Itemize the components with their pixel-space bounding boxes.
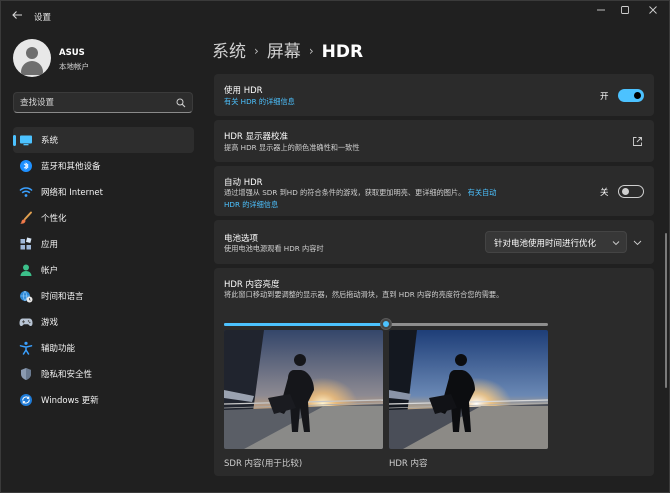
title-bar: 设置: [1, 1, 670, 33]
breadcrumb: 系统 › 屏幕 › HDR: [212, 37, 363, 62]
sidebar-item-label: 辅助功能: [41, 344, 76, 354]
chevron-down-icon: [612, 241, 620, 246]
slider-thumb[interactable]: [380, 318, 392, 330]
close-button[interactable]: [641, 5, 665, 19]
hdr-preview-image: [389, 330, 548, 449]
hdr-brightness-slider[interactable]: [224, 318, 548, 330]
sidebar-item-privacy[interactable]: 隐私和安全性: [13, 361, 194, 387]
sidebar-item-label: 隐私和安全性: [41, 370, 93, 380]
battery-description: 使用电池电源观看 HDR 内容时: [224, 244, 324, 253]
hdr-preview-label: HDR 内容: [389, 459, 428, 469]
auto-hdr-info-link[interactable]: 有关自动: [468, 188, 497, 197]
sidebar-item-personalization[interactable]: 个性化: [13, 205, 194, 231]
use-hdr-card: 使用 HDR 有关 HDR 的详细信息 开: [214, 74, 654, 116]
sidebar-item-bluetooth[interactable]: 蓝牙和其他设备: [13, 153, 194, 179]
sdr-preview-label: SDR 内容(用于比较): [224, 459, 303, 469]
chevron-right-icon: ›: [308, 44, 314, 58]
auto-hdr-toggle[interactable]: [618, 185, 644, 198]
auto-hdr-description-text: 通过增强从 SDR 到HD 的符合条件的游戏，获取更加明亮、更详细的图片。: [224, 188, 466, 197]
hdr-brightness-card: HDR 内容亮度 将此窗口移动到要调整的显示器，然后拖动滑块，直到 HDR 内容…: [214, 268, 654, 476]
sidebar-item-label: 应用: [41, 240, 59, 250]
search-input[interactable]: [20, 96, 170, 110]
slider-fill: [224, 323, 386, 326]
sidebar-item-label: 个性化: [41, 214, 67, 224]
calibration-description: 提高 HDR 显示器上的颜色准确性和一致性: [224, 143, 360, 152]
profile-name: ASUS: [59, 48, 85, 58]
user-profile[interactable]: ASUS 本地帐户: [13, 39, 193, 79]
battery-options-card: 电池选项 使用电池电源观看 HDR 内容时 针对电池使用时间进行优化: [214, 220, 654, 264]
battery-option-dropdown[interactable]: 针对电池使用时间进行优化: [485, 231, 627, 253]
sidebar-item-network[interactable]: 网络和 Internet: [13, 179, 194, 205]
minimize-button[interactable]: [589, 5, 613, 19]
brush-icon: [20, 211, 32, 224]
system-icon: [20, 135, 32, 146]
use-hdr-title: 使用 HDR: [224, 86, 263, 96]
sidebar-item-apps[interactable]: 应用: [13, 231, 194, 257]
sidebar-item-accessibility[interactable]: 辅助功能: [13, 335, 194, 361]
page-title: HDR: [321, 42, 364, 62]
hdr-info-link[interactable]: 有关 HDR 的详细信息: [224, 96, 295, 108]
dropdown-selected-value: 针对电池使用时间进行优化: [494, 239, 597, 249]
auto-hdr-info-link-cont[interactable]: HDR 的详细信息: [224, 199, 278, 211]
sidebar-item-label: 时间和语言: [41, 292, 84, 302]
sidebar-item-windows-update[interactable]: Windows 更新: [13, 387, 194, 413]
shield-icon: [21, 368, 31, 380]
auto-hdr-state-label: 关: [600, 188, 609, 198]
account-icon: [20, 264, 32, 276]
sidebar-item-label: 网络和 Internet: [41, 188, 103, 198]
sidebar-item-label: 游戏: [41, 318, 59, 328]
breadcrumb-system[interactable]: 系统: [212, 42, 246, 62]
sidebar-item-accounts[interactable]: 帐户: [13, 257, 194, 283]
sdr-preview-image: [224, 330, 383, 449]
auto-hdr-description: 通过增强从 SDR 到HD 的符合条件的游戏，获取更加明亮、更详细的图片。 有关…: [224, 187, 534, 199]
use-hdr-state-label: 开: [600, 92, 609, 102]
arrow-left-icon: [12, 11, 22, 19]
maximize-icon: [621, 6, 629, 14]
sidebar-item-system[interactable]: 系统: [13, 127, 194, 153]
app-title: 设置: [34, 13, 52, 23]
sidebar-item-label: 蓝牙和其他设备: [41, 162, 101, 172]
sidebar-nav: 系统 蓝牙和其他设备 网络和 Internet 个性化 应用 帐户 时间和语言: [13, 127, 194, 413]
brightness-description: 将此窗口移动到要调整的显示器，然后拖动滑块，直到 HDR 内容的亮度符合您的需要…: [224, 290, 504, 299]
maximize-button[interactable]: [613, 5, 637, 19]
sidebar-item-label: Windows 更新: [41, 396, 99, 406]
use-hdr-toggle[interactable]: [618, 89, 644, 102]
wifi-icon: [19, 187, 33, 197]
sidebar-item-gaming[interactable]: 游戏: [13, 309, 194, 335]
open-external-icon[interactable]: [632, 136, 643, 147]
close-icon: [649, 6, 657, 14]
minimize-icon: [597, 9, 605, 11]
expand-chevron-icon[interactable]: [633, 238, 642, 247]
profile-account-type: 本地帐户: [59, 62, 89, 71]
search-box[interactable]: [13, 92, 193, 113]
avatar: [13, 39, 51, 77]
update-icon: [20, 394, 32, 406]
sidebar-item-label: 系统: [41, 136, 59, 146]
sidebar-item-time-language[interactable]: 时间和语言: [13, 283, 194, 309]
auto-hdr-card: 自动 HDR 通过增强从 SDR 到HD 的符合条件的游戏，获取更加明亮、更详细…: [214, 166, 654, 216]
gamepad-icon: [19, 318, 33, 326]
bluetooth-icon: [20, 160, 32, 172]
back-button[interactable]: [9, 9, 25, 25]
settings-window: 设置 ASUS 本地帐户 系统 蓝牙和其他设备: [0, 0, 670, 493]
chevron-right-icon: ›: [254, 44, 259, 58]
sidebar-item-label: 帐户: [41, 266, 59, 276]
scrollbar[interactable]: [665, 233, 667, 388]
accessibility-icon: [19, 341, 33, 355]
calibration-title: HDR 显示器校准: [224, 132, 289, 142]
breadcrumb-display[interactable]: 屏幕: [267, 42, 301, 62]
apps-icon: [20, 237, 32, 250]
globe-clock-icon: [20, 290, 33, 303]
search-icon[interactable]: [176, 98, 186, 108]
hdr-calibration-card[interactable]: HDR 显示器校准 提高 HDR 显示器上的颜色准确性和一致性: [214, 120, 654, 162]
